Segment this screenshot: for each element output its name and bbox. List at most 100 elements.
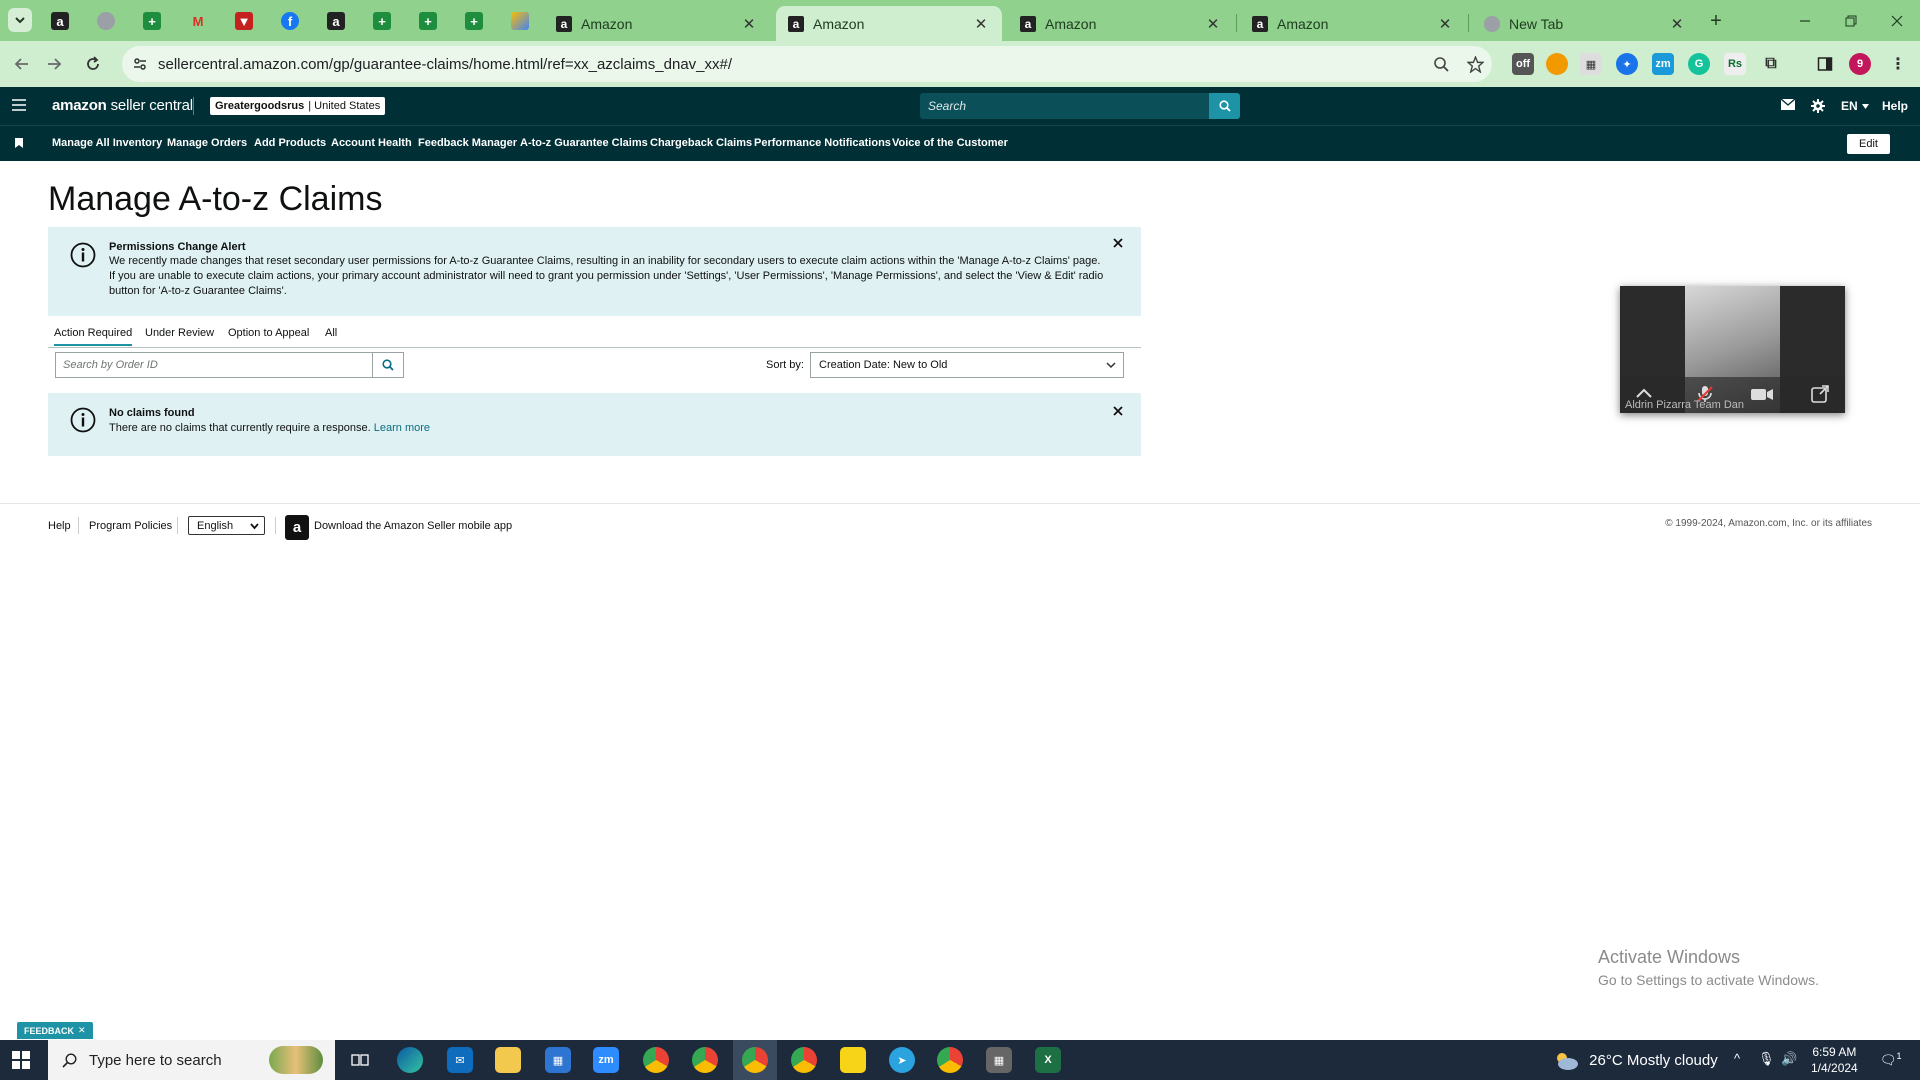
nav-add-products[interactable]: Add Products [254, 137, 326, 149]
tab-search-button[interactable] [8, 8, 32, 32]
address-bar[interactable]: sellercentral.amazon.com/gp/guarantee-cl… [122, 46, 1492, 82]
tab-action-required[interactable]: Action Required [54, 327, 133, 346]
file-explorer-icon[interactable] [495, 1047, 521, 1073]
chrome-icon[interactable] [791, 1047, 817, 1073]
pinned-tab-globe[interactable] [89, 6, 123, 36]
extensions-icon[interactable]: ⧉ [1760, 53, 1782, 75]
side-panel-icon[interactable] [1814, 53, 1836, 75]
header-help-link[interactable]: Help [1882, 99, 1908, 113]
nav-account-health[interactable]: Account Health [331, 137, 412, 149]
notification-center-icon[interactable]: 🗨1 [1880, 1051, 1902, 1068]
seller-app-icon[interactable]: a [285, 515, 309, 540]
pinned-tab-shield[interactable]: ▼ [227, 6, 261, 36]
grammarly-icon[interactable]: G [1688, 53, 1710, 75]
profile-avatar[interactable]: 9 [1849, 53, 1871, 75]
footer-program-policies-link[interactable]: Program Policies [89, 520, 172, 532]
close-icon[interactable]: ✕ [1204, 15, 1222, 33]
extension-off-icon[interactable]: off [1512, 53, 1534, 75]
store-icon[interactable]: ▦ [545, 1047, 571, 1073]
zoom-app-icon[interactable]: zm [593, 1047, 619, 1073]
calculator-icon[interactable]: ▦ [986, 1047, 1012, 1073]
back-button[interactable] [7, 49, 37, 79]
nav-manage-all-inventory[interactable]: Manage All Inventory [52, 137, 162, 149]
pinned-tab-facebook[interactable]: f [273, 6, 307, 36]
chrome-icon[interactable] [692, 1047, 718, 1073]
mail-app-icon[interactable]: ✉ [447, 1047, 473, 1073]
chrome-active-slot[interactable] [733, 1040, 777, 1080]
taskbar-search-box[interactable]: Type here to search [48, 1040, 335, 1080]
footer-language-select[interactable]: English [188, 516, 265, 535]
windows-start-icon[interactable] [12, 1051, 30, 1069]
bookmark-star-icon[interactable] [1458, 55, 1492, 73]
more-menu-icon[interactable]: ⋮ [1887, 53, 1909, 75]
tab-under-review[interactable]: Under Review [145, 327, 214, 339]
seller-central-logo[interactable]: amazon seller central [52, 97, 193, 114]
download-app-link[interactable]: Download the Amazon Seller mobile app [314, 520, 512, 532]
order-id-search-input[interactable] [55, 352, 373, 378]
tab-option-to-appeal[interactable]: Option to Appeal [228, 327, 309, 339]
nav-feedback-manager[interactable]: Feedback Manager [418, 137, 517, 149]
pinned-tab-sheets[interactable]: + [135, 6, 169, 36]
feedback-tab[interactable]: FEEDBACK ✕ [17, 1022, 93, 1039]
language-selector[interactable]: EN [1841, 99, 1869, 113]
learn-more-link[interactable]: Learn more [374, 422, 430, 434]
close-icon[interactable]: ✕ [1668, 15, 1686, 33]
microphone-icon[interactable]: 🎙 [1758, 1051, 1775, 1067]
forward-button[interactable] [39, 49, 69, 79]
zoom-icon[interactable] [1424, 56, 1458, 72]
hamburger-menu-icon[interactable] [12, 99, 26, 111]
close-icon[interactable]: ✕ [972, 15, 990, 33]
tab-all[interactable]: All [325, 327, 337, 339]
chrome-icon[interactable] [643, 1047, 669, 1073]
bookmark-icon[interactable] [15, 138, 23, 148]
nav-voice-of-the-customer[interactable]: Voice of the Customer [892, 137, 1008, 149]
video-call-overlay[interactable]: Aldrin Pizarra Team Dan [1620, 286, 1845, 413]
close-icon[interactable]: ✕ [740, 15, 758, 33]
chrome-icon[interactable] [937, 1047, 963, 1073]
restore-button[interactable] [1828, 6, 1874, 36]
footer-help-link[interactable]: Help [48, 520, 71, 532]
camera-icon[interactable] [1750, 384, 1774, 404]
order-search-button[interactable] [373, 352, 404, 378]
store-switcher[interactable]: Greatergoodsrus | United States [210, 97, 386, 115]
pinned-tab-sheets-3[interactable]: + [411, 6, 445, 36]
alert-close-button[interactable] [1113, 238, 1123, 248]
new-tab-button[interactable]: + [1693, 6, 1739, 36]
open-external-icon[interactable] [1810, 384, 1830, 404]
close-icon[interactable]: ✕ [78, 1025, 86, 1036]
nav-chargeback-claims[interactable]: Chargeback Claims [650, 137, 752, 149]
browser-tab-2[interactable]: a Amazon ✕ [776, 6, 1002, 41]
mail-icon[interactable] [1781, 99, 1795, 110]
nav-edit-button[interactable]: Edit [1847, 134, 1890, 154]
task-view-icon[interactable] [347, 1047, 373, 1073]
extension-blue-icon[interactable]: ✦ [1616, 53, 1638, 75]
site-info-icon[interactable] [122, 56, 158, 72]
volume-icon[interactable]: 🔊 [1781, 1051, 1797, 1067]
telegram-icon[interactable]: ➤ [889, 1047, 915, 1073]
extension-circle-icon[interactable] [1546, 53, 1568, 75]
pinned-tab-amazon-2[interactable]: a [319, 6, 353, 36]
excel-icon[interactable]: X [1035, 1047, 1061, 1073]
sticky-notes-icon[interactable] [840, 1047, 866, 1073]
close-window-button[interactable] [1874, 6, 1920, 36]
extension-rs-icon[interactable]: Rs [1724, 53, 1746, 75]
edge-icon[interactable] [397, 1047, 423, 1073]
pinned-tab-sheets-4[interactable]: + [457, 6, 491, 36]
taskbar-clock[interactable]: 6:59 AM 1/4/2024 [1811, 1044, 1858, 1076]
browser-tab-5[interactable]: New Tab ✕ [1472, 6, 1698, 41]
pinned-tab-drive[interactable] [503, 6, 537, 36]
pinned-tab-gmail[interactable]: M [181, 6, 215, 36]
close-icon[interactable]: ✕ [1436, 15, 1454, 33]
browser-tab-4[interactable]: a Amazon ✕ [1240, 6, 1466, 41]
browser-tab-1[interactable]: a Amazon ✕ [544, 6, 770, 41]
reload-button[interactable] [78, 49, 108, 79]
nav-performance-notifications[interactable]: Performance Notifications [754, 137, 891, 149]
nav-a-to-z-claims[interactable]: A-to-z Guarantee Claims [520, 137, 648, 149]
weather-widget[interactable]: 26°C Mostly cloudy [1553, 1051, 1718, 1071]
no-claims-close-button[interactable] [1113, 406, 1123, 416]
extension-zm-icon[interactable]: zm [1652, 53, 1674, 75]
browser-tab-3[interactable]: a Amazon ✕ [1008, 6, 1234, 41]
header-search-input[interactable] [920, 93, 1209, 119]
extension-puzzle-icon[interactable]: ▦ [1580, 53, 1602, 75]
pinned-tab-sheets-2[interactable]: + [365, 6, 399, 36]
